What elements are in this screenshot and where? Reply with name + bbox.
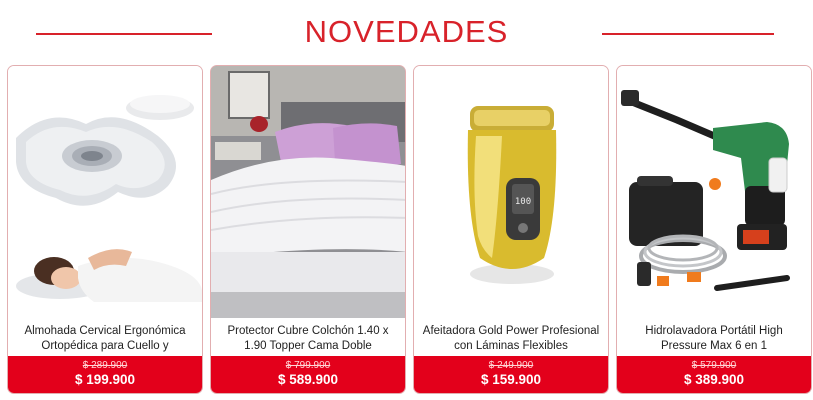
old-price: $ 799.900 <box>285 360 331 371</box>
product-card[interactable]: 100 Afeitadora Gold Power Profesional co… <box>413 65 609 394</box>
current-price: $ 389.900 <box>683 372 745 387</box>
svg-text:100: 100 <box>515 197 531 207</box>
pressure-washer-image[interactable] <box>617 66 811 318</box>
gold-shaver-image[interactable]: 100 <box>414 66 608 318</box>
product-card[interactable]: Protector Cubre Colchón 1.40 x 1.90 Topp… <box>210 65 406 394</box>
current-price: $ 159.900 <box>480 372 542 387</box>
price-bar: $ 249.900 $ 159.900 <box>414 356 608 393</box>
current-price: $ 589.900 <box>277 372 339 387</box>
product-name[interactable]: Hidrolavadora Portátil High Pressure Max… <box>621 324 807 354</box>
product-name[interactable]: Protector Cubre Colchón 1.40 x 1.90 Topp… <box>215 324 401 354</box>
product-name[interactable]: Almohada Cervical Ergonómica Ortopédica … <box>12 324 198 354</box>
old-price: $ 579.900 <box>691 360 737 371</box>
mattress-topper-image[interactable] <box>211 66 405 318</box>
product-card[interactable]: Hidrolavadora Portátil High Pressure Max… <box>616 65 812 394</box>
product-grid: Almohada Cervical Ergonómica Ortopédica … <box>0 0 813 400</box>
old-price: $ 249.900 <box>488 360 534 371</box>
price-bar: $ 799.900 $ 589.900 <box>211 356 405 393</box>
current-price: $ 199.900 <box>74 372 136 387</box>
product-name[interactable]: Afeitadora Gold Power Profesional con Lá… <box>418 324 604 354</box>
price-bar: $ 579.900 $ 389.900 <box>617 356 811 393</box>
price-bar: $ 289.900 $ 199.900 <box>8 356 202 393</box>
cervical-pillow-image[interactable] <box>8 66 202 318</box>
product-card[interactable]: Almohada Cervical Ergonómica Ortopédica … <box>7 65 203 394</box>
old-price: $ 289.900 <box>82 360 128 371</box>
